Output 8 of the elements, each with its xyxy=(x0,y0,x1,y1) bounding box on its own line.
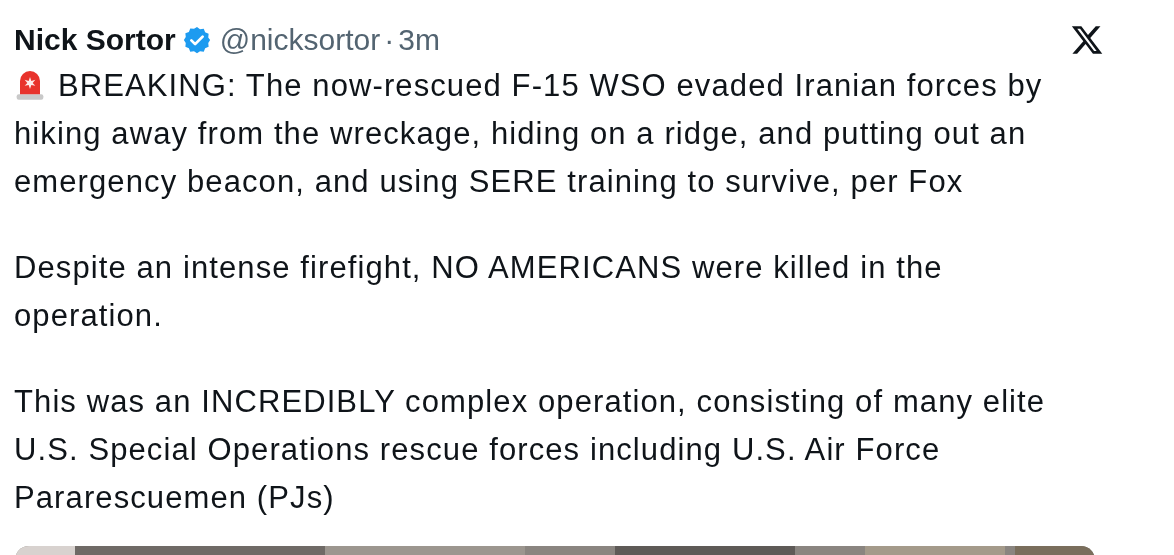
separator-dot: · xyxy=(384,23,395,57)
author-handle[interactable]: @nicksortor xyxy=(219,23,381,57)
post-paragraph: This was an INCREDIBLY complex operation, consisting of many elite U.S. Special Operations rescue forces including U.S. Air Force Pararescuemen (PJs) xyxy=(14,384,1046,515)
post-paragraph: BREAKING: The now-rescued F-15 WSO evaded Iranian forces by hiking away from the wreckage, hiding on a ridge, and putting out an emergency beacon, and using SERE training to survive, per Fox xyxy=(14,68,1043,199)
post-time[interactable]: 3m xyxy=(398,23,440,57)
post-paragraph: Despite an intense firefight, NO AMERICANS were killed in the operation. xyxy=(14,250,943,333)
author-name[interactable]: Nick Sortor xyxy=(14,23,176,57)
x-logo-icon[interactable] xyxy=(1070,23,1104,57)
